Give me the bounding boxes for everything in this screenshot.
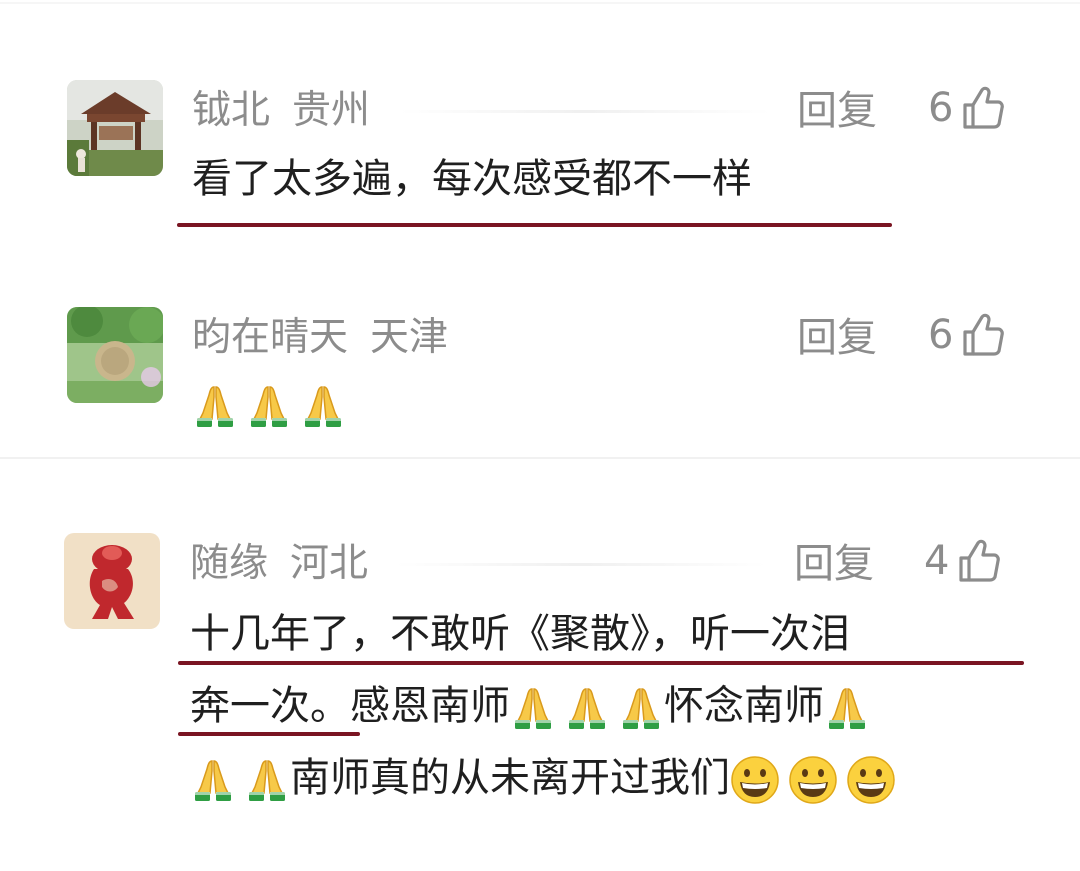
- comment-line-3: 南师真的从未离开过我们: [190, 742, 896, 814]
- comment-text: 十几年了，不敢听《聚散》，听一次泪 奔一次。感恩南师 怀念南师 南师真的从未离开过…: [190, 598, 896, 814]
- comments-page: 钺北 贵州 回复 6 看了太多遍，每次感受都不一样 昀在晴天 天津 回复 6 随…: [0, 0, 1080, 871]
- folded-hands-icon: [510, 685, 556, 731]
- emoji-group: [824, 685, 870, 731]
- comment-line-1: 十几年了，不敢听《聚散》，听一次泪: [190, 611, 850, 657]
- grinning-face-icon: [788, 755, 838, 805]
- grinning-face-icon: [730, 755, 780, 805]
- comment-line-3-text: 南师真的从未离开过我们: [290, 755, 730, 801]
- meta-fade-line: [396, 563, 766, 566]
- avatar[interactable]: [64, 533, 160, 629]
- comment-line-2-b: 怀念南师: [664, 683, 824, 729]
- location-label: 河北: [290, 541, 369, 586]
- red-seal-avatar: [64, 533, 160, 629]
- grinning-face-icon: [846, 755, 896, 805]
- comment-item-3: 随缘 河北 回复 4 十几年了，不敢听《聚散》，听一次泪 奔一次。感恩南师 怀念南…: [0, 0, 1080, 871]
- folded-hands-icon: [564, 685, 610, 731]
- emoji-group: [510, 685, 664, 731]
- folded-hands-icon: [190, 757, 236, 803]
- highlight-underline: [178, 732, 360, 736]
- folded-hands-icon: [618, 685, 664, 731]
- like-count: 4: [924, 538, 950, 584]
- reply-button[interactable]: 回复: [794, 540, 874, 588]
- like-button[interactable]: 4: [924, 537, 1001, 585]
- emoji-group: [190, 757, 290, 803]
- username[interactable]: 随缘: [190, 540, 268, 588]
- thumbs-up-icon: [957, 538, 1001, 584]
- highlight-underline: [178, 661, 1024, 665]
- emoji-group: [730, 755, 896, 805]
- comment-line-2-a: 奔一次。感恩南师: [190, 683, 510, 729]
- folded-hands-icon: [244, 757, 290, 803]
- comment-meta: 随缘 河北: [190, 540, 368, 588]
- folded-hands-icon: [824, 685, 870, 731]
